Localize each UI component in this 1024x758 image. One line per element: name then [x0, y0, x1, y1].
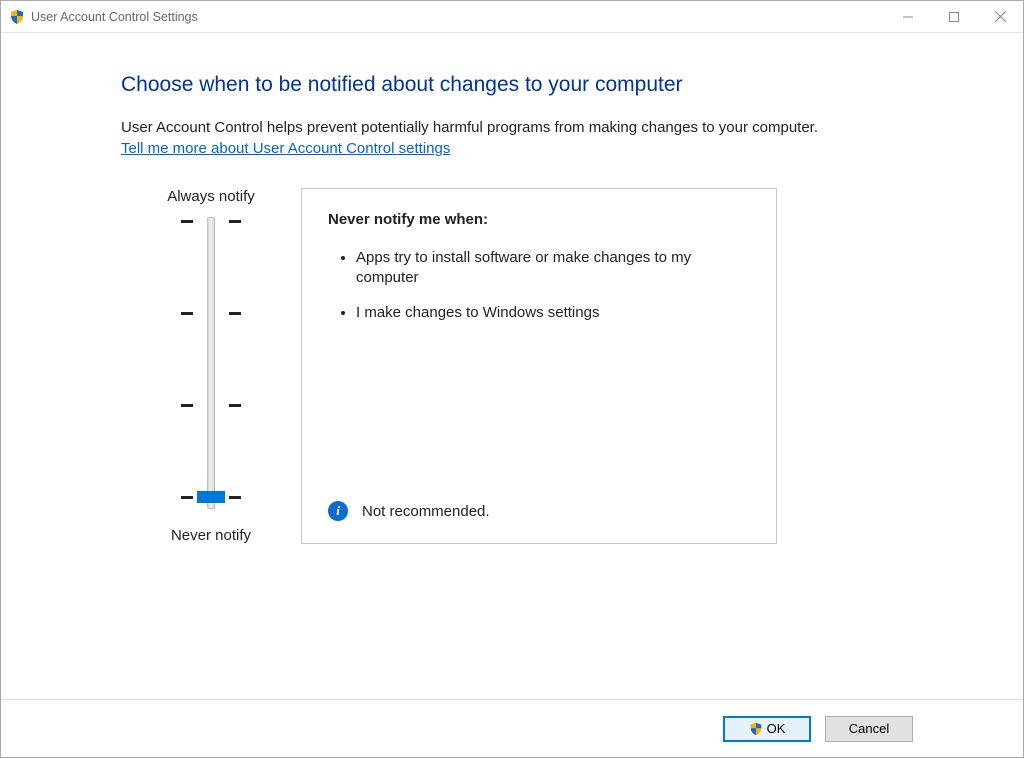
notification-slider[interactable] — [181, 215, 241, 515]
panel-heading: Never notify me when: — [328, 211, 750, 228]
close-button[interactable] — [977, 1, 1023, 32]
ok-button-label: OK — [767, 721, 786, 736]
page-heading: Choose when to be notified about changes… — [121, 73, 1023, 97]
window-title: User Account Control Settings — [31, 10, 198, 24]
cancel-button-label: Cancel — [849, 721, 889, 736]
help-link[interactable]: Tell me more about User Account Control … — [121, 140, 450, 157]
footer: OK Cancel — [1, 699, 1023, 757]
cancel-button[interactable]: Cancel — [825, 716, 913, 742]
slider-label-never: Never notify — [171, 527, 251, 544]
window-controls — [885, 1, 1023, 32]
status-row: i Not recommended. — [328, 501, 490, 521]
status-text: Not recommended. — [362, 503, 490, 520]
settings-row: Always notify Never notify Never notify … — [121, 188, 1023, 544]
slider-label-always: Always notify — [167, 188, 255, 205]
info-icon: i — [328, 501, 348, 521]
slider-track — [207, 217, 215, 509]
titlebar: User Account Control Settings — [1, 1, 1023, 33]
slider-column: Always notify Never notify — [121, 188, 301, 544]
panel-bullet: I make changes to Windows settings — [356, 303, 716, 323]
shield-icon — [749, 722, 763, 736]
slider-thumb[interactable] — [197, 491, 225, 503]
page-description: User Account Control helps prevent poten… — [121, 119, 921, 136]
maximize-button[interactable] — [931, 1, 977, 32]
panel-bullet: Apps try to install software or make cha… — [356, 248, 716, 289]
ok-button[interactable]: OK — [723, 716, 811, 742]
minimize-button[interactable] — [885, 1, 931, 32]
shield-icon — [9, 9, 25, 25]
panel-bullet-list: Apps try to install software or make cha… — [328, 248, 750, 323]
uac-settings-window: User Account Control Settings Choose whe… — [0, 0, 1024, 758]
content-area: Choose when to be notified about changes… — [1, 33, 1023, 699]
details-panel: Never notify me when: Apps try to instal… — [301, 188, 777, 544]
